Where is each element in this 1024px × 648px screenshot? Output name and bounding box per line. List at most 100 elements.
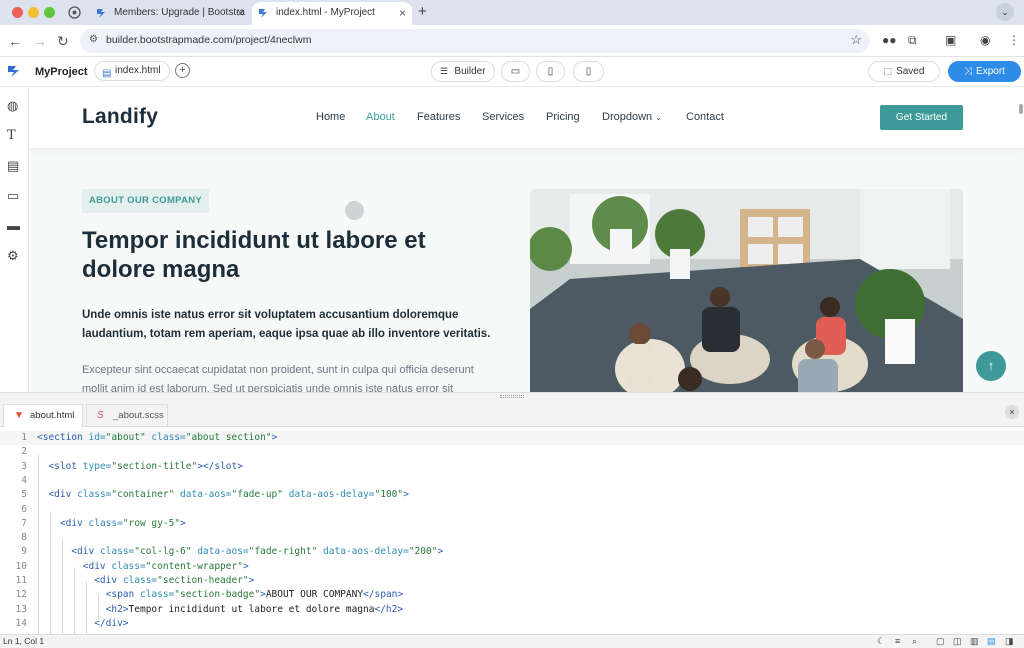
builder-mode-label: Builder [454, 66, 486, 77]
profile-avatar-icon[interactable]: ◉ [980, 33, 990, 47]
code-line[interactable]: 8 [0, 531, 1024, 545]
line-number: 10 [15, 560, 27, 572]
dark-mode-moon-icon[interactable]: ☾ [877, 635, 885, 648]
incognito-extension-icon[interactable]: ●● [882, 33, 897, 47]
save-icon: ⬚ [883, 66, 893, 76]
page-icon[interactable]: ▤ [7, 158, 19, 174]
add-page-button[interactable]: + [175, 63, 190, 78]
chevron-down-icon: ⌄ [655, 113, 662, 122]
code-line[interactable]: 1 <section id="about" class="about sectio… [0, 431, 1024, 445]
code-text: <section id="about" class="about section… [37, 432, 278, 443]
scroll-top-button[interactable]: ↑ [976, 351, 1006, 381]
format-icon[interactable]: ≡ [895, 635, 900, 648]
file-selector[interactable]: ▤ index.html [94, 61, 170, 81]
code-line[interactable]: 5 <div class="container" data-aos="fade-… [0, 488, 1024, 502]
desktop-icon: ▭ [510, 66, 521, 77]
forward-arrow-icon[interactable]: → [33, 33, 47, 49]
line-number: 7 [21, 517, 27, 529]
reload-icon[interactable]: ↻ [57, 33, 69, 50]
code-line[interactable]: 3 <slot type="section-title"></slot> [0, 460, 1024, 474]
site-brand[interactable]: Landify [82, 105, 158, 129]
line-number: 5 [21, 489, 27, 501]
site-info-icon[interactable]: ⚙ [89, 34, 98, 45]
minimize-window-button[interactable] [28, 7, 39, 18]
nav-dropdown[interactable]: Dropdown ⌄ [602, 111, 662, 123]
saved-button[interactable]: ⬚ Saved [868, 61, 940, 82]
nav-about[interactable]: About [366, 111, 395, 123]
layout-bottom-icon[interactable]: ▤ [987, 635, 996, 648]
code-line[interactable]: 4 [0, 474, 1024, 488]
close-editor-button[interactable]: × [1005, 405, 1019, 419]
lead-paragraph: Unde omnis iste natus error sit voluptat… [82, 309, 491, 340]
project-name[interactable]: MyProject [35, 66, 88, 78]
close-tab-icon[interactable]: × [237, 2, 244, 24]
code-line[interactable]: 13 <h2>Tempor incididunt ut labore et do… [0, 603, 1024, 617]
code-text: <div class="content-wrapper"> [82, 560, 249, 572]
nav-dropdown-label: Dropdown [602, 111, 653, 123]
layout-single-icon[interactable]: ▢ [936, 635, 945, 648]
text-icon[interactable]: T [7, 128, 16, 143]
panel-splitter[interactable] [0, 392, 1024, 400]
bookmark-star-icon[interactable]: ☆ [850, 32, 862, 48]
section-icon[interactable]: ▭ [7, 188, 19, 204]
code-text: <span class="section-badge">ABOUT OUR CO… [105, 589, 404, 601]
editor-tab-about-html[interactable]: ▼ about.html [3, 404, 83, 427]
section-badge: ABOUT OUR COMPANY [82, 189, 209, 213]
builder-mode-button[interactable]: ☰ Builder [431, 61, 495, 82]
close-tab-icon[interactable]: × [399, 2, 406, 24]
close-window-button[interactable] [12, 7, 23, 18]
tab-search-chevron-icon[interactable]: ⌄ [996, 3, 1014, 21]
nav-services[interactable]: Services [482, 111, 524, 123]
line-number: 1 [21, 432, 27, 443]
nav-home[interactable]: Home [316, 111, 345, 123]
code-line[interactable]: 12 <span class="section-badge">ABOUT OUR… [0, 588, 1024, 602]
desktop-view-button[interactable]: ▭ [501, 61, 530, 82]
footer-icon[interactable]: ▬ [7, 218, 20, 233]
code-text: <slot type="section-title"></slot> [48, 460, 243, 472]
chrome-icon[interactable] [68, 6, 81, 19]
layout-right-icon[interactable]: ◨ [1005, 635, 1014, 648]
code-line[interactable]: 2 [0, 445, 1024, 459]
browser-menu-icon[interactable]: ⋮ [1008, 33, 1020, 47]
address-bar-row: ← → ↻ ⚙ builder.bootstrapmade.com/projec… [0, 25, 1024, 57]
url-field[interactable]: ⚙ builder.bootstrapmade.com/project/4nec… [80, 29, 870, 53]
editor-tab-about-scss[interactable]: S _about.scss [86, 404, 168, 427]
layout-columns-icon[interactable]: ▥ [970, 635, 979, 648]
saved-label: Saved [896, 66, 925, 77]
code-text: <h2>Tempor incididunt ut labore et dolor… [105, 603, 404, 615]
browser-tab-index[interactable]: index.html - MyProject × [252, 2, 412, 25]
export-button[interactable]: ⤨ Export [948, 61, 1021, 82]
maximize-window-button[interactable] [44, 7, 55, 18]
mobile-view-button[interactable]: ▯ [573, 61, 604, 82]
settings-icon[interactable]: ⚙ [7, 248, 19, 264]
preview-scrollbar[interactable] [1019, 104, 1023, 114]
page-preview[interactable]: Landify Home About Features Services Pri… [29, 88, 1024, 392]
code-line[interactable]: 10 <div class="content-wrapper"> [0, 560, 1024, 574]
code-line[interactable]: 6 [0, 503, 1024, 517]
nav-features[interactable]: Features [417, 111, 460, 123]
code-line[interactable]: 14 </div> [0, 617, 1024, 631]
line-number: 13 [15, 603, 27, 615]
mobile-icon: ▯ [585, 66, 592, 77]
code-line[interactable]: 7 <div class="row gy-5"> [0, 517, 1024, 531]
get-started-button[interactable]: Get Started [880, 105, 963, 130]
code-editor[interactable]: 1 <section id="about" class="about sectio… [0, 427, 1024, 634]
code-text: <div class="container" data-aos="fade-up… [48, 489, 409, 501]
html5-icon: ▼ [14, 410, 24, 421]
extensions-puzzle-icon[interactable]: ⧉ [908, 33, 917, 48]
nav-pricing[interactable]: Pricing [546, 111, 580, 123]
code-line[interactable]: 11 <div class="section-header"> [0, 574, 1024, 588]
splitter-grip-icon[interactable] [500, 395, 524, 398]
new-tab-button[interactable]: + [418, 3, 427, 20]
back-arrow-icon[interactable]: ← [8, 33, 22, 49]
tablet-view-button[interactable]: ▯ [536, 61, 565, 82]
palette-icon[interactable]: ◍ [7, 98, 18, 114]
browser-tab-members[interactable]: Members: Upgrade | Bootstra × [90, 2, 250, 25]
nav-contact[interactable]: Contact [686, 111, 724, 123]
screenshot-extension-icon[interactable]: ▣ [945, 33, 956, 47]
code-line[interactable]: 9 <div class="col-lg-6" data-aos="fade-r… [0, 545, 1024, 559]
search-icon[interactable]: ⌕ [912, 635, 917, 648]
layout-split-icon[interactable]: ◫ [953, 635, 962, 648]
builder-toolbar: MyProject ▤ index.html + ☰ Builder ▭ ▯ ▯… [0, 57, 1024, 87]
arrow-up-icon: ↑ [987, 358, 995, 373]
